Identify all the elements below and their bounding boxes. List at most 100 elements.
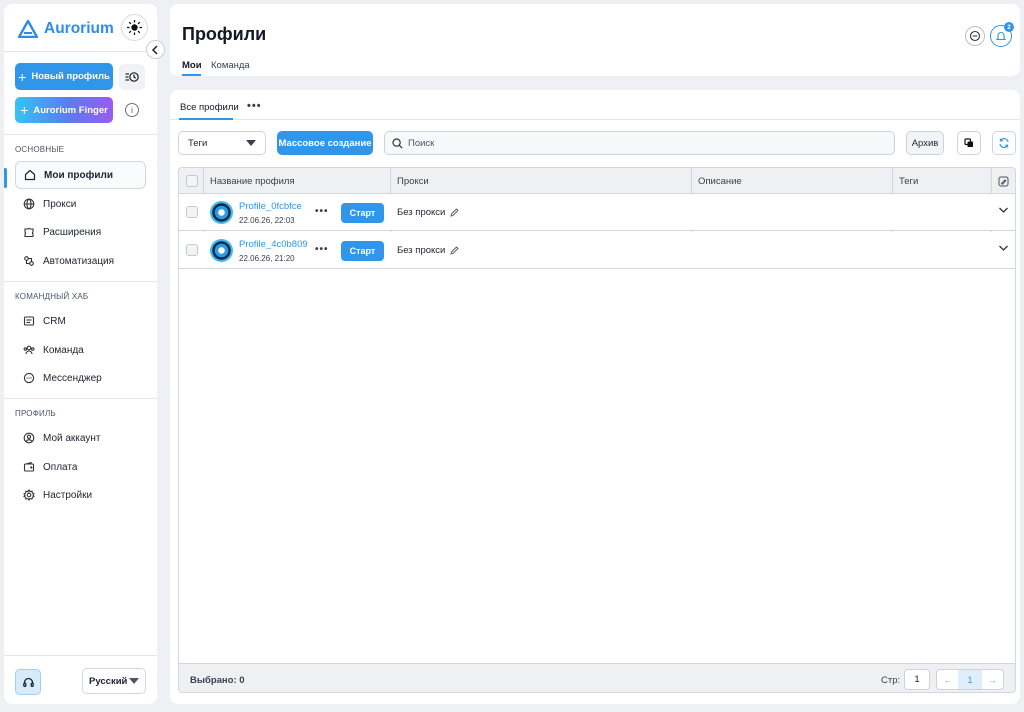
start-button[interactable]: Старт [341,203,384,223]
chevron-down-icon [129,678,139,684]
start-button[interactable]: Старт [341,241,384,261]
page-number-input[interactable]: 1 [904,669,930,690]
divider [4,134,157,135]
sidebar-item-label: Мессенджер [43,372,102,384]
edit-columns-icon [998,176,1009,186]
pagination: ← 1 → [936,669,1004,690]
notifications-button[interactable]: 2 [990,22,1014,47]
puzzle-icon [24,227,34,238]
column-header-tags[interactable]: Теги [899,168,918,194]
sidebar-item-team[interactable]: Команда [15,336,146,364]
section-label-team-hub: КОМАНДНЫЙ ХАБ [15,292,89,301]
bulk-create-button[interactable]: Массовое создание [277,131,373,155]
row-more-button[interactable]: ••• [315,206,329,217]
row-checkbox[interactable] [186,206,198,218]
divider [4,281,157,282]
sidebar-item-label: Расширения [43,226,102,238]
user-icon [23,432,35,444]
theme-toggle-button[interactable] [121,14,148,41]
tab-all-profiles[interactable]: Все профили [180,102,239,113]
column-header-proxy[interactable]: Прокси [397,168,429,194]
pencil-icon[interactable] [450,208,459,217]
proxy-value: Без прокси [397,245,446,256]
select-all-checkbox[interactable] [186,175,198,187]
pencil-icon[interactable] [450,246,459,255]
expand-row-button[interactable] [998,206,1009,217]
divider [4,655,157,656]
chevron-left-icon [151,44,158,55]
tab-mine[interactable]: Мои [182,60,202,71]
column-header-description[interactable]: Описание [698,168,742,194]
chat-button[interactable] [965,26,985,46]
page-label: Стр: [881,675,901,686]
new-profile-label: Новый профиль [31,71,110,82]
new-profile-button[interactable]: + Новый профиль [15,63,113,90]
copy-button[interactable] [957,131,981,155]
chevron-down-icon [999,245,1008,251]
sidebar-item-settings[interactable]: Настройки [15,481,146,509]
collapse-sidebar-button[interactable] [146,40,165,59]
language-select[interactable]: Русский [82,668,146,694]
sidebar-item-crm[interactable]: CRM [15,307,146,335]
profile-name-link[interactable]: Profile_0fcbfce [239,201,302,212]
search-input[interactable] [408,137,888,149]
current-page[interactable]: 1 [958,670,982,689]
proxy-value: Без прокси [397,207,446,218]
notification-badge: 2 [1004,22,1014,32]
profile-date: 22.06.26, 22:03 [239,216,295,225]
table-footer: Выбрано: 0 Стр: 1 ← 1 → [179,663,1015,692]
divider [4,51,157,52]
sidebar-item-automation[interactable]: Автоматизация [15,247,146,275]
plus-icon: + [18,68,27,85]
history-button[interactable] [119,64,145,90]
team-icon [23,345,35,355]
refresh-icon [999,138,1009,148]
table-row[interactable]: Profile_4c0b809 22.06.26, 21:20 ••• Стар… [179,232,1015,269]
profile-avatar [210,239,233,262]
sidebar-item-label: Прокси [43,198,77,210]
aurorium-logo-icon [18,20,38,38]
bell-icon [995,32,1007,41]
more-tabs-button[interactable]: ••• [247,100,262,112]
sun-icon [127,20,142,35]
aurorium-finger-button[interactable]: + Aurorium Finger [15,97,113,123]
table-row[interactable]: Profile_0fcbfce 22.06.26, 22:03 ••• Стар… [179,194,1015,231]
sidebar-item-label: Мой аккаунт [43,432,101,444]
home-icon [24,169,36,181]
app-name: Aurorium [44,20,114,37]
info-icon[interactable]: i [125,103,139,117]
chat-icon [23,372,35,384]
sidebar-item-payment[interactable]: Оплата [15,453,146,481]
search-icon [392,137,403,149]
row-more-button[interactable]: ••• [315,244,329,255]
expand-row-button[interactable] [998,244,1009,255]
sidebar-item-label: Настройки [43,489,93,501]
copy-icon [964,138,973,147]
sidebar-item-extensions[interactable]: Расширения [15,218,146,246]
active-indicator [4,168,7,188]
app-logo[interactable]: Aurorium [18,20,114,38]
sidebar-item-label: Команда [43,344,84,356]
support-button[interactable] [15,669,41,695]
row-checkbox[interactable] [186,244,198,256]
refresh-button[interactable] [992,131,1016,155]
main-panel: Все профили ••• Теги Массовое создание А… [170,90,1020,704]
sidebar-item-label: Оплата [43,461,78,473]
sidebar-item-my-account[interactable]: Мой аккаунт [15,424,146,452]
next-page-button[interactable]: → [982,670,1003,689]
tags-filter-select[interactable]: Теги [178,131,266,155]
sidebar-item-proxy[interactable]: Прокси [15,190,146,218]
table-header: Название профиля Прокси Описание Теги [179,168,1015,194]
sidebar-item-my-profiles[interactable]: Мои профили [15,161,146,189]
wallet-icon [23,461,35,472]
tags-filter-label: Теги [188,137,208,149]
headset-icon [22,677,34,687]
archive-button[interactable]: Архив [906,131,944,155]
sidebar-item-messenger[interactable]: Мессенджер [15,364,146,392]
column-settings-button[interactable] [998,168,1009,194]
tab-team[interactable]: Команда [211,60,250,71]
profile-name-link[interactable]: Profile_4c0b809 [239,239,308,250]
prev-page-button[interactable]: ← [937,670,958,689]
column-header-name[interactable]: Название профиля [210,168,295,194]
search-box [384,131,895,155]
